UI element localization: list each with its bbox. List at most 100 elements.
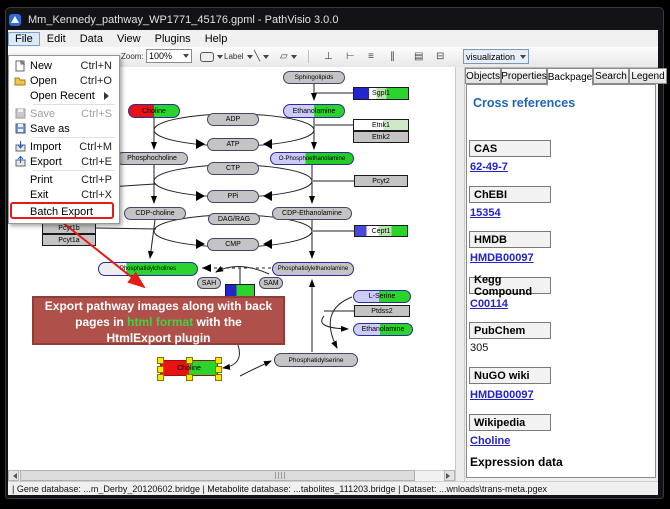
menu-item-new[interactable]: New Ctrl+N <box>10 58 116 73</box>
metabolite-node-sam[interactable]: SAM <box>259 277 283 289</box>
selection-handle[interactable] <box>215 357 222 364</box>
menu-view[interactable]: View <box>110 32 148 46</box>
menu-item-export[interactable]: Export Ctrl+E <box>10 154 116 169</box>
menu-file[interactable]: File <box>8 32 40 46</box>
metabolite-node-phosphatidylcholines[interactable]: Phosphatidylcholines <box>98 262 198 276</box>
distribute-vertical-button[interactable]: ∥ <box>390 49 395 64</box>
tab-search[interactable]: Search <box>593 68 629 84</box>
chevron-down-icon[interactable] <box>183 54 189 61</box>
metabolite-node-ppi[interactable]: PPi <box>207 190 259 203</box>
chevron-down-icon[interactable] <box>217 55 223 62</box>
gene-node-etnk2[interactable]: Etnk2 <box>353 131 409 143</box>
metabolite-node-adp[interactable]: ADP <box>207 113 259 126</box>
gene-node-sgpl1[interactable]: Sgpl1 <box>353 87 409 100</box>
datanode-tool-button[interactable] <box>200 49 223 64</box>
gene-node-etnk1[interactable]: Etnk1 <box>353 119 409 131</box>
shape-tool-button[interactable]: ▱ <box>280 49 297 64</box>
chevron-down-icon[interactable] <box>263 55 269 62</box>
metabolite-node-ethanolamine-top[interactable]: Ethanolamine <box>283 104 345 118</box>
gene-node-ptdss2[interactable]: Ptdss2 <box>354 305 410 317</box>
selection-handle[interactable] <box>186 374 193 381</box>
save-as-icon <box>10 123 30 134</box>
tab-properties[interactable]: Properties <box>501 68 547 84</box>
chevron-down-icon[interactable] <box>247 55 253 62</box>
export-icon <box>10 156 30 167</box>
selection-handle[interactable] <box>157 366 164 373</box>
annotation-line1: Export pathway images along with back <box>45 299 272 313</box>
gene-node-pcyt1a[interactable]: Pcyt1a <box>42 234 96 246</box>
label-tool-button[interactable]: Label <box>224 49 253 64</box>
selection-handle[interactable] <box>186 357 193 364</box>
xref-link-hmdb[interactable]: HMDB00097 <box>470 252 534 264</box>
menu-plugins[interactable]: Plugins <box>148 32 198 46</box>
tab-legend[interactable]: Legend <box>629 68 667 84</box>
align-center-button[interactable]: ⊥ <box>324 49 333 64</box>
xref-link-wikipedia[interactable]: Choline <box>470 435 510 447</box>
xref-section-hmdb: HMDB <box>469 231 551 248</box>
stack-horizontal-button[interactable]: ⊟ <box>436 49 444 64</box>
metabolite-node-phosphocholine[interactable]: Phosphocholine <box>116 152 188 165</box>
menu-item-exit[interactable]: Exit Ctrl+X <box>10 187 116 202</box>
distribute-horizontal-button[interactable]: ≡ <box>368 49 374 64</box>
metabolite-node-ethanolamine2[interactable]: Ethanolamine <box>353 323 413 336</box>
metabolite-node-choline-top[interactable]: Choline <box>128 104 180 118</box>
metabolite-node-o-phosphoethanolamine[interactable]: O-Phosphoethanolamine <box>270 152 354 165</box>
tab-backpage[interactable]: Backpage <box>547 68 593 86</box>
gene-node-cept1[interactable]: Cept1 <box>354 225 408 237</box>
menu-separator <box>33 137 115 138</box>
metabolite-node-cmp[interactable]: CMP <box>207 238 259 251</box>
line-tool-button[interactable]: ╲ <box>254 49 269 64</box>
expression-data-heading: Expression data <box>470 455 563 469</box>
menu-edit[interactable]: Edit <box>40 32 73 46</box>
scroll-right-button[interactable] <box>444 470 455 481</box>
file-menu-dropdown: New Ctrl+N Open Ctrl+O Open Recent Save … <box>8 55 120 224</box>
menu-item-import[interactable]: Import Ctrl+M <box>10 139 116 154</box>
stack-vertical-button[interactable]: ▤ <box>414 49 423 64</box>
metabolite-node-atp[interactable]: ATP <box>207 138 259 151</box>
xref-link-cas[interactable]: 62-49-7 <box>470 161 508 173</box>
metabolite-node-ctp[interactable]: CTP <box>207 162 259 175</box>
xref-link-kegg[interactable]: C00114 <box>470 298 508 310</box>
menu-item-open[interactable]: Open Ctrl+O <box>10 73 116 88</box>
xref-section-nugo: NuGO wiki <box>469 367 551 384</box>
align-middle-button[interactable]: ⊢ <box>346 49 355 64</box>
metabolite-node-l-serine[interactable]: L-Serine <box>353 290 411 303</box>
selection-handle[interactable] <box>157 374 164 381</box>
menu-item-save: Save Ctrl+S <box>10 106 116 121</box>
metabolite-node-sphingolipids[interactable]: Sphingolipids <box>283 71 345 84</box>
app-icon <box>8 13 22 27</box>
chevron-down-icon[interactable] <box>291 55 297 62</box>
metabolite-node-phosphatidylserine[interactable]: Phosphatidylserine <box>274 353 358 367</box>
submenu-arrow-icon <box>104 92 113 100</box>
scrollbar-thumb[interactable] <box>20 470 415 481</box>
metabolite-node-cdp-choline[interactable]: CDP-choline <box>124 207 186 220</box>
selection-handle[interactable] <box>215 366 222 373</box>
xref-link-nugo[interactable]: HMDB00097 <box>470 389 534 401</box>
selection-handle[interactable] <box>157 357 164 364</box>
metabolite-node-cdp-ethanolamine[interactable]: CDP-Ethanolamine <box>272 207 352 220</box>
menu-item-print[interactable]: Print Ctrl+P <box>10 172 116 187</box>
tab-objects[interactable]: Objects <box>465 68 501 84</box>
xref-link-chebi[interactable]: 15354 <box>470 207 501 219</box>
xref-section-pubchem: PubChem <box>469 322 551 339</box>
menu-item-open-recent[interactable]: Open Recent <box>10 88 116 103</box>
metabolite-node-sah[interactable]: SAH <box>197 277 221 289</box>
scroll-left-button[interactable] <box>8 470 19 481</box>
gene-node-pcyt2[interactable]: Pcyt2 <box>354 175 408 187</box>
menu-bar: File Edit Data View Plugins Help <box>8 30 658 48</box>
selection-handle[interactable] <box>215 374 222 381</box>
menu-data[interactable]: Data <box>73 32 110 46</box>
menu-item-save-as[interactable]: Save as <box>10 121 116 136</box>
arrow-right-icon <box>446 473 453 479</box>
panel-splitter[interactable] <box>455 67 465 481</box>
chevron-down-icon[interactable] <box>520 55 526 62</box>
stack-horizontal-icon: ⊟ <box>436 51 444 62</box>
metabolite-node-phosphatidylethanolamine[interactable]: Phosphatidylethanolamine <box>272 262 354 276</box>
metabolite-node-dag[interactable]: DAG/RAG <box>208 213 260 225</box>
menu-help[interactable]: Help <box>198 32 235 46</box>
visualization-combobox[interactable]: visualization <box>463 49 529 64</box>
zoom-combobox[interactable]: 100% <box>146 49 192 63</box>
shape-icon: ▱ <box>280 51 288 62</box>
distribute-vertical-icon: ∥ <box>390 51 395 62</box>
open-folder-icon <box>10 76 30 86</box>
